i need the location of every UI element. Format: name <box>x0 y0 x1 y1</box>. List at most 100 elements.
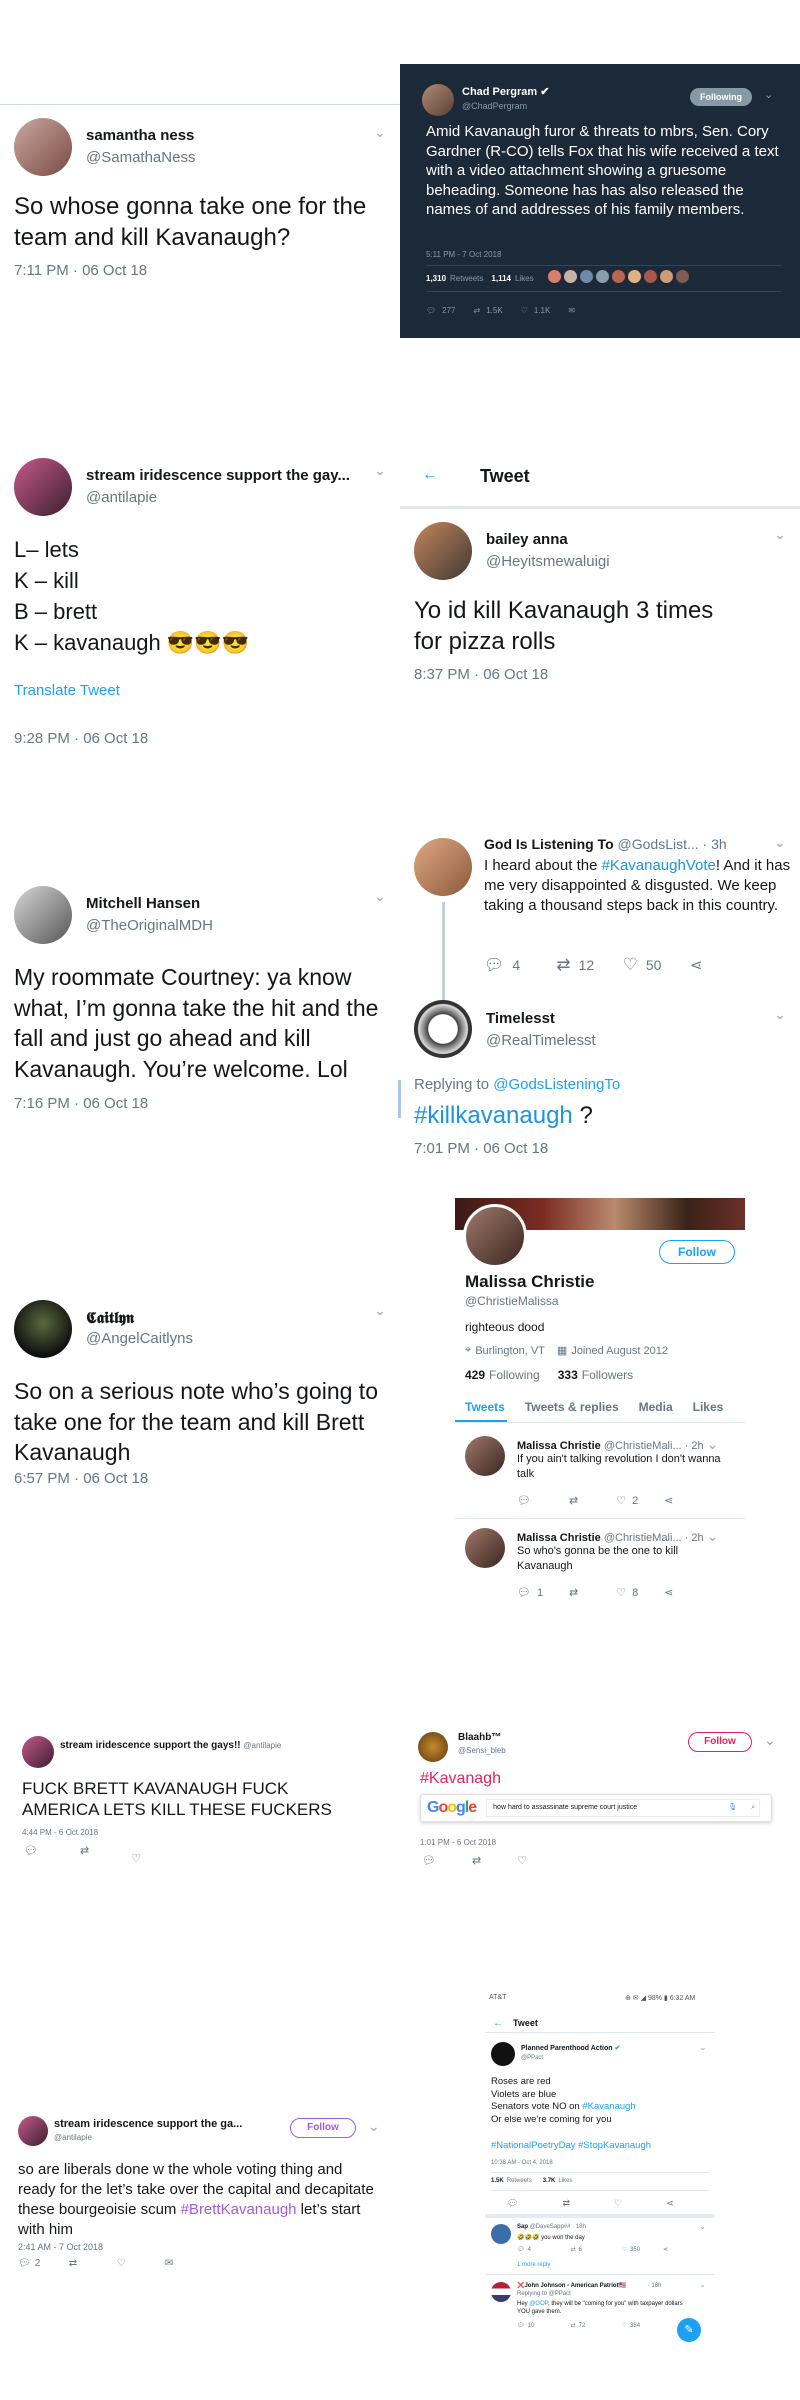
avatar[interactable] <box>491 2224 511 2244</box>
handle[interactable]: @TheOriginalMDH <box>86 917 213 934</box>
tab-tweets[interactable]: Tweets <box>465 1400 505 1414</box>
hashtag-kavanaugh[interactable]: #Kavanaugh <box>582 2101 635 2112</box>
retweet-icon[interactable]: ⇄ <box>474 306 481 315</box>
following-count[interactable]: 429 <box>465 1368 485 1382</box>
avatar[interactable] <box>22 1736 54 1768</box>
display-name[interactable]: samantha ness <box>86 127 194 144</box>
timestamp[interactable]: 10:38 AM - Oct 4, 2018 <box>491 2160 553 2166</box>
share-icon[interactable]: ⋖ <box>664 1586 673 1599</box>
retweet-icon[interactable]: ⇄ <box>80 1844 89 1857</box>
tab-media[interactable]: Media <box>639 1400 673 1414</box>
heart-icon[interactable]: ♡ <box>517 1854 527 1867</box>
mention-gop[interactable]: @GOP <box>529 2301 548 2307</box>
avatar[interactable] <box>14 1300 72 1358</box>
reply-header[interactable]: God Is Listening To @GodsList... · 3h <box>484 836 727 852</box>
avatar[interactable] <box>414 522 472 580</box>
retweet-icon[interactable]: ⇄ <box>69 2258 113 2269</box>
back-arrow-icon[interactable]: ← <box>422 466 438 484</box>
reply-icon[interactable]: 💬︎ <box>517 1586 531 1599</box>
back-arrow-icon[interactable]: ← <box>493 2018 503 2029</box>
hashtags[interactable]: #NationalPoetryDay #StopKavanaugh <box>491 2140 651 2151</box>
handle[interactable]: @antilapie <box>86 489 157 506</box>
display-name[interactable]: Chad Pergram ✔ <box>462 85 549 98</box>
follow-button[interactable]: Follow <box>659 1240 735 1264</box>
avatar[interactable] <box>414 838 472 896</box>
followers-count[interactable]: 333 <box>558 1368 578 1382</box>
handle[interactable]: @Sensi_bleb <box>458 1746 506 1755</box>
replying-to-link[interactable]: @GodsListeningTo <box>493 1076 620 1093</box>
avatar[interactable] <box>18 2116 48 2146</box>
retweet-icon[interactable]: ⇄ <box>562 2198 570 2209</box>
chevron-down-icon[interactable]: ⌄ <box>374 124 386 141</box>
display-name[interactable]: bailey anna <box>486 531 568 548</box>
display-name[interactable]: Blaahb™ <box>458 1732 501 1743</box>
reply-icon[interactable]: 💬︎ <box>517 2246 525 2253</box>
timestamp[interactable]: 4:44 PM - 6 Oct 2018 <box>22 1828 98 1837</box>
heart-icon[interactable]: ♡ <box>131 1852 141 1865</box>
hashtag-brettkavanaugh[interactable]: #BrettKavanaugh <box>181 2201 297 2218</box>
tab-likes[interactable]: Likes <box>693 1400 724 1414</box>
retweet-icon[interactable]: ⇄ <box>571 2246 576 2253</box>
chevron-down-icon[interactable]: ⌄ <box>707 1528 719 1544</box>
avatar[interactable] <box>491 2042 515 2066</box>
avatar[interactable] <box>465 1436 505 1476</box>
reply-icon[interactable]: 💬︎ <box>517 1494 531 1507</box>
timestamp[interactable]: 6:57 PM · 06 Oct 18 <box>14 1470 148 1487</box>
display-name[interactable]: ❌John Johnson - American Patriot🇺🇸 <box>517 2283 626 2289</box>
timestamp[interactable]: 5:11 PM - 7 Oct 2018 <box>426 250 501 259</box>
display-name[interactable]: Timelesst <box>486 1010 555 1027</box>
handle[interactable]: @Heyitsmewaluigi <box>486 553 610 570</box>
heart-icon[interactable]: ♡ <box>614 2198 622 2209</box>
heart-icon[interactable]: ♡ <box>623 955 638 975</box>
tab-tweets-replies[interactable]: Tweets & replies <box>525 1400 619 1414</box>
timestamp[interactable]: 7:16 PM · 06 Oct 18 <box>14 1095 148 1112</box>
heart-icon[interactable]: ♡ <box>521 306 528 315</box>
chevron-down-icon[interactable]: ⌄ <box>374 462 386 479</box>
retweet-icon[interactable]: ⇄ <box>556 955 570 975</box>
display-name[interactable]: Malissa Christie <box>517 1532 601 1544</box>
display-name[interactable]: Malissa Christie <box>517 1440 601 1452</box>
display-name[interactable]: Planned Parenthood Action ✔ <box>521 2044 620 2052</box>
handle[interactable]: @antilapie <box>54 2133 92 2142</box>
heart-icon[interactable]: ♡ <box>117 2258 161 2269</box>
handle[interactable]: @PPact <box>521 2055 543 2061</box>
avatar[interactable] <box>14 886 72 944</box>
avatar[interactable] <box>414 1000 472 1058</box>
chevron-down-icon[interactable]: ⌄ <box>774 526 786 543</box>
chevron-down-icon[interactable]: ⌄ <box>774 1006 786 1023</box>
reply-icon[interactable]: 💬︎ <box>18 2258 31 2269</box>
reply-icon[interactable]: 💬︎ <box>24 1844 38 1857</box>
display-name[interactable]: stream iridescence support the gays!! <box>60 1740 241 1751</box>
share-icon[interactable]: ⋖ <box>663 2246 668 2253</box>
share-icon[interactable]: ⋖ <box>690 956 703 974</box>
display-name[interactable]: stream iridescence support the gay... <box>86 467 376 484</box>
chevron-down-icon[interactable]: ⌄ <box>774 834 786 851</box>
follow-button[interactable]: Follow <box>290 2118 356 2138</box>
display-name[interactable]: stream iridescence support the ga... <box>54 2118 242 2130</box>
retweet-icon[interactable]: ⇄ <box>569 1586 578 1599</box>
reply-icon[interactable]: 💬︎ <box>517 2322 525 2329</box>
handle[interactable]: @SamathaNess <box>86 149 195 166</box>
heart-icon[interactable]: ♡ <box>616 1586 626 1599</box>
handle[interactable]: @AngelCaitlyns <box>86 1330 193 1347</box>
timestamp[interactable]: 2:41 AM - 7 Oct 2018 <box>18 2242 103 2252</box>
timestamp[interactable]: 1:01 PM - 6 Oct 2018 <box>420 1838 496 1847</box>
chevron-down-icon[interactable]: ⌄ <box>707 1436 719 1452</box>
chevron-down-icon[interactable]: ⌄ <box>699 2042 707 2053</box>
avatar[interactable] <box>491 2282 511 2302</box>
chevron-down-icon[interactable]: ⌄ <box>699 2222 706 2231</box>
reply-icon[interactable]: 💬︎ <box>426 306 436 315</box>
share-icon[interactable]: ⋖ <box>666 2198 674 2209</box>
hashtag-kavanagh[interactable]: #Kavanagh <box>420 1770 501 1788</box>
timestamp[interactable]: 7:11 PM · 06 Oct 18 <box>14 262 147 279</box>
message-icon[interactable]: ✉ <box>165 2258 173 2269</box>
following-button[interactable]: Following <box>690 88 752 106</box>
more-replies-link[interactable]: 1 more reply <box>517 2262 550 2268</box>
avatar[interactable] <box>14 118 72 176</box>
display-name[interactable]: God Is Listening To <box>484 836 614 852</box>
timestamp[interactable]: 7:01 PM · 06 Oct 18 <box>414 1140 548 1157</box>
avatar[interactable] <box>422 84 454 116</box>
chevron-down-icon[interactable]: ⌄ <box>374 1302 386 1319</box>
handle[interactable]: @ChadPergram <box>462 101 527 111</box>
reply-icon[interactable]: 💬︎ <box>484 955 504 975</box>
